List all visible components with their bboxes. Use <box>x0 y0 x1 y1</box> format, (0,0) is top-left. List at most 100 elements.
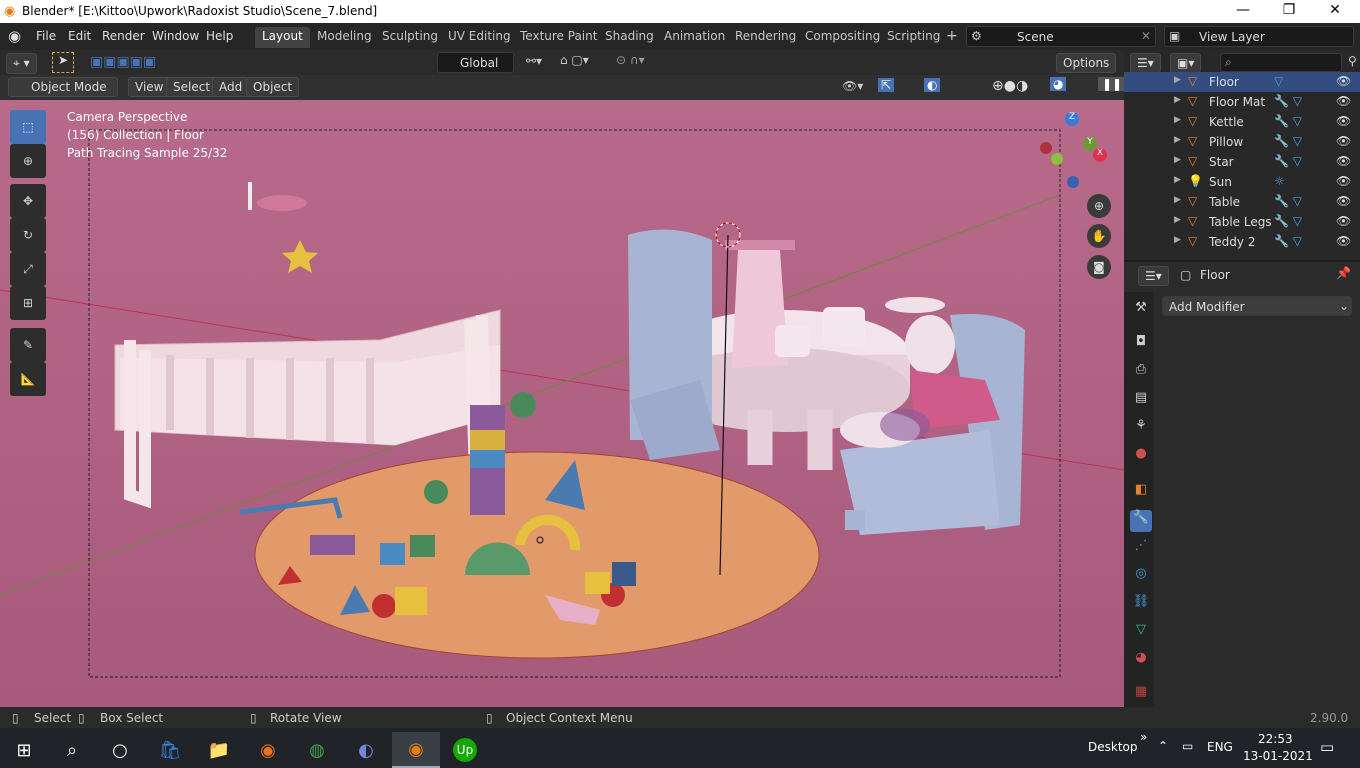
menu-render[interactable]: Render <box>102 29 145 43</box>
eye-icon[interactable]: 👁 <box>1336 194 1351 208</box>
world-tab-icon[interactable]: ● <box>1130 446 1152 468</box>
shading-modes-icon[interactable]: ⊕●◑ <box>992 78 1028 94</box>
proportional-icon[interactable]: ⊙ ∩▾ <box>616 53 645 67</box>
texture-tab-icon[interactable]: ▦ <box>1130 684 1152 706</box>
tab-modeling[interactable]: Modeling <box>310 27 379 48</box>
eye-icon[interactable]: 👁 <box>1336 74 1351 88</box>
scale-tool[interactable]: ⤢ <box>10 252 46 286</box>
output-tab-icon[interactable]: ⎙ <box>1130 362 1152 384</box>
visibility-icon[interactable]: 👁▾ <box>842 79 863 93</box>
options-dropdown[interactable]: Options <box>1056 53 1116 73</box>
cortana-icon[interactable]: ○ <box>96 732 144 768</box>
store-icon[interactable]: 🛍 <box>146 732 194 768</box>
orientation-dropdown[interactable]: Global <box>437 52 514 73</box>
clock-time[interactable]: 22:53 <box>1258 732 1293 746</box>
start-icon[interactable]: ⊞ <box>0 732 48 768</box>
pan-hand-icon[interactable]: ✋ <box>1087 224 1111 248</box>
expand-arrow-icon[interactable]: ▶ <box>1174 135 1181 145</box>
discord-icon[interactable]: ◐ <box>342 732 390 768</box>
gizmo-neg-x[interactable] <box>1040 142 1052 154</box>
pivot-icon[interactable]: ⚯▾ <box>526 54 542 68</box>
expand-arrow-icon[interactable]: ▶ <box>1174 215 1181 225</box>
blender-taskbar-icon[interactable]: ◉ <box>392 732 440 768</box>
close-button[interactable]: ✕ <box>1312 2 1358 22</box>
outliner-row[interactable]: ▶ ▽ Star 🔧 ▽ 👁 <box>1124 152 1360 172</box>
clock-date[interactable]: 13-01-2021 <box>1243 749 1313 763</box>
outliner-search[interactable]: ⌕ <box>1220 53 1342 72</box>
particles-tab-icon[interactable]: ⋰ <box>1130 538 1152 560</box>
menu-help[interactable]: Help <box>206 29 233 43</box>
tab-shading[interactable]: Shading <box>598 27 661 48</box>
firefox-icon[interactable]: ◉ <box>244 732 292 768</box>
display-mode-icon[interactable]: ▣▾ <box>1170 53 1202 73</box>
toolbar-chevron[interactable]: » <box>1140 730 1147 744</box>
gizmo-toggle-icon[interactable]: ⇱ <box>878 78 895 92</box>
outliner-row[interactable]: ▶ ▽ Kettle 🔧 ▽ 👁 <box>1124 112 1360 132</box>
menu-file[interactable]: File <box>36 29 56 43</box>
eye-icon[interactable]: 👁 <box>1336 154 1351 168</box>
menu-edit[interactable]: Edit <box>68 29 91 43</box>
upwork-icon[interactable]: Up <box>441 732 489 768</box>
tab-scripting[interactable]: Scripting <box>880 27 947 48</box>
expand-arrow-icon[interactable]: ▶ <box>1174 235 1181 245</box>
expand-arrow-icon[interactable]: ▶ <box>1174 195 1181 205</box>
language-indicator[interactable]: ENG <box>1207 740 1233 754</box>
desktop-label[interactable]: Desktop <box>1088 740 1138 754</box>
editor-type-icon[interactable]: ⌖ ▾ <box>6 53 37 74</box>
chrome-icon[interactable]: ◍ <box>293 732 341 768</box>
expand-arrow-icon[interactable]: ▶ <box>1174 95 1181 105</box>
tray-expand-icon[interactable]: ⌃ <box>1158 739 1168 753</box>
select-tool-icon[interactable]: ➤ <box>52 52 74 73</box>
expand-arrow-icon[interactable]: ▶ <box>1174 75 1181 85</box>
add-workspace-icon[interactable]: + <box>946 28 958 44</box>
scene-close-icon[interactable]: ✕ <box>1141 29 1151 43</box>
expand-arrow-icon[interactable]: ▶ <box>1174 115 1181 125</box>
zoom-icon[interactable]: ⊕ <box>1087 194 1111 218</box>
render-tab-icon[interactable]: ◘ <box>1130 334 1152 356</box>
pin-icon[interactable]: 📌 <box>1336 266 1351 280</box>
tab-uv-editing[interactable]: UV Editing <box>441 27 518 48</box>
camera-view-icon[interactable]: ◙ <box>1087 255 1111 279</box>
view-layer-selector[interactable]: ▣ View Layer <box>1164 26 1354 47</box>
eye-icon[interactable]: 👁 <box>1336 94 1351 108</box>
annotate-tool[interactable]: ✎ <box>10 328 46 362</box>
move-tool[interactable]: ✥ <box>10 184 46 218</box>
3d-viewport[interactable]: ⬚ ⊕ ✥ ↻ ⤢ ⊞ ✎ 📐 Camera Perspective (156)… <box>0 100 1124 707</box>
tab-rendering[interactable]: Rendering <box>728 27 803 48</box>
mode-dropdown[interactable]: Object Mode <box>8 77 118 97</box>
file-explorer-icon[interactable]: 📁 <box>195 732 243 768</box>
material-tab-icon[interactable]: ◕ <box>1130 650 1152 672</box>
network-icon[interactable]: ▭ <box>1182 739 1193 753</box>
outliner-row[interactable]: ▶ ▽ Table Legs 🔧 ▽ 👁 <box>1124 212 1360 232</box>
outliner-editor-icon[interactable]: ☰▾ <box>1130 53 1161 73</box>
cursor-tool[interactable]: ⊕ <box>10 144 46 178</box>
tab-texture-paint[interactable]: Texture Paint <box>513 27 604 48</box>
gizmo-neg-z[interactable] <box>1067 176 1079 188</box>
outliner-row[interactable]: ▶ ▽ Floor ▽ 👁 <box>1124 72 1360 92</box>
notification-icon[interactable]: ▭ <box>1320 738 1334 756</box>
select-box-tool[interactable]: ⬚ <box>10 110 46 144</box>
add-modifier-dropdown[interactable]: Add Modifier ⌄ <box>1162 296 1352 316</box>
scene-selector[interactable]: ⚙ Scene ✕ <box>966 26 1156 47</box>
search-taskbar-icon[interactable]: ⌕ <box>48 732 96 768</box>
outliner-row[interactable]: ▶ ▽ Pillow 🔧 ▽ 👁 <box>1124 132 1360 152</box>
scene-tab-icon[interactable]: ⚘ <box>1130 418 1152 440</box>
transform-tool[interactable]: ⊞ <box>10 286 46 320</box>
tab-animation[interactable]: Animation <box>657 27 732 48</box>
eye-icon[interactable]: 👁 <box>1336 174 1351 188</box>
menu-select[interactable]: Select <box>166 77 218 97</box>
modifier-tab-icon[interactable]: 🔧 <box>1130 510 1152 532</box>
outliner-row[interactable]: ▶ ▽ Floor Mat 🔧 ▽ 👁 <box>1124 92 1360 112</box>
expand-arrow-icon[interactable]: ▶ <box>1174 155 1181 165</box>
eye-icon[interactable]: 👁 <box>1336 134 1351 148</box>
maximize-button[interactable]: ❐ <box>1266 2 1312 22</box>
measure-tool[interactable]: 📐 <box>10 362 46 396</box>
minimize-button[interactable]: — <box>1220 2 1266 22</box>
tab-layout[interactable]: Layout <box>255 27 310 48</box>
filter-icon[interactable]: ⚲ <box>1348 54 1357 68</box>
rendered-shading-icon[interactable]: ◕ <box>1050 77 1067 91</box>
pause-render-icon[interactable]: ❚❚ <box>1098 77 1127 91</box>
snap-icon[interactable]: ⌂ ▢▾ <box>560 53 589 67</box>
tab-sculpting[interactable]: Sculpting <box>375 27 445 48</box>
physics-tab-icon[interactable]: ◎ <box>1130 566 1152 588</box>
